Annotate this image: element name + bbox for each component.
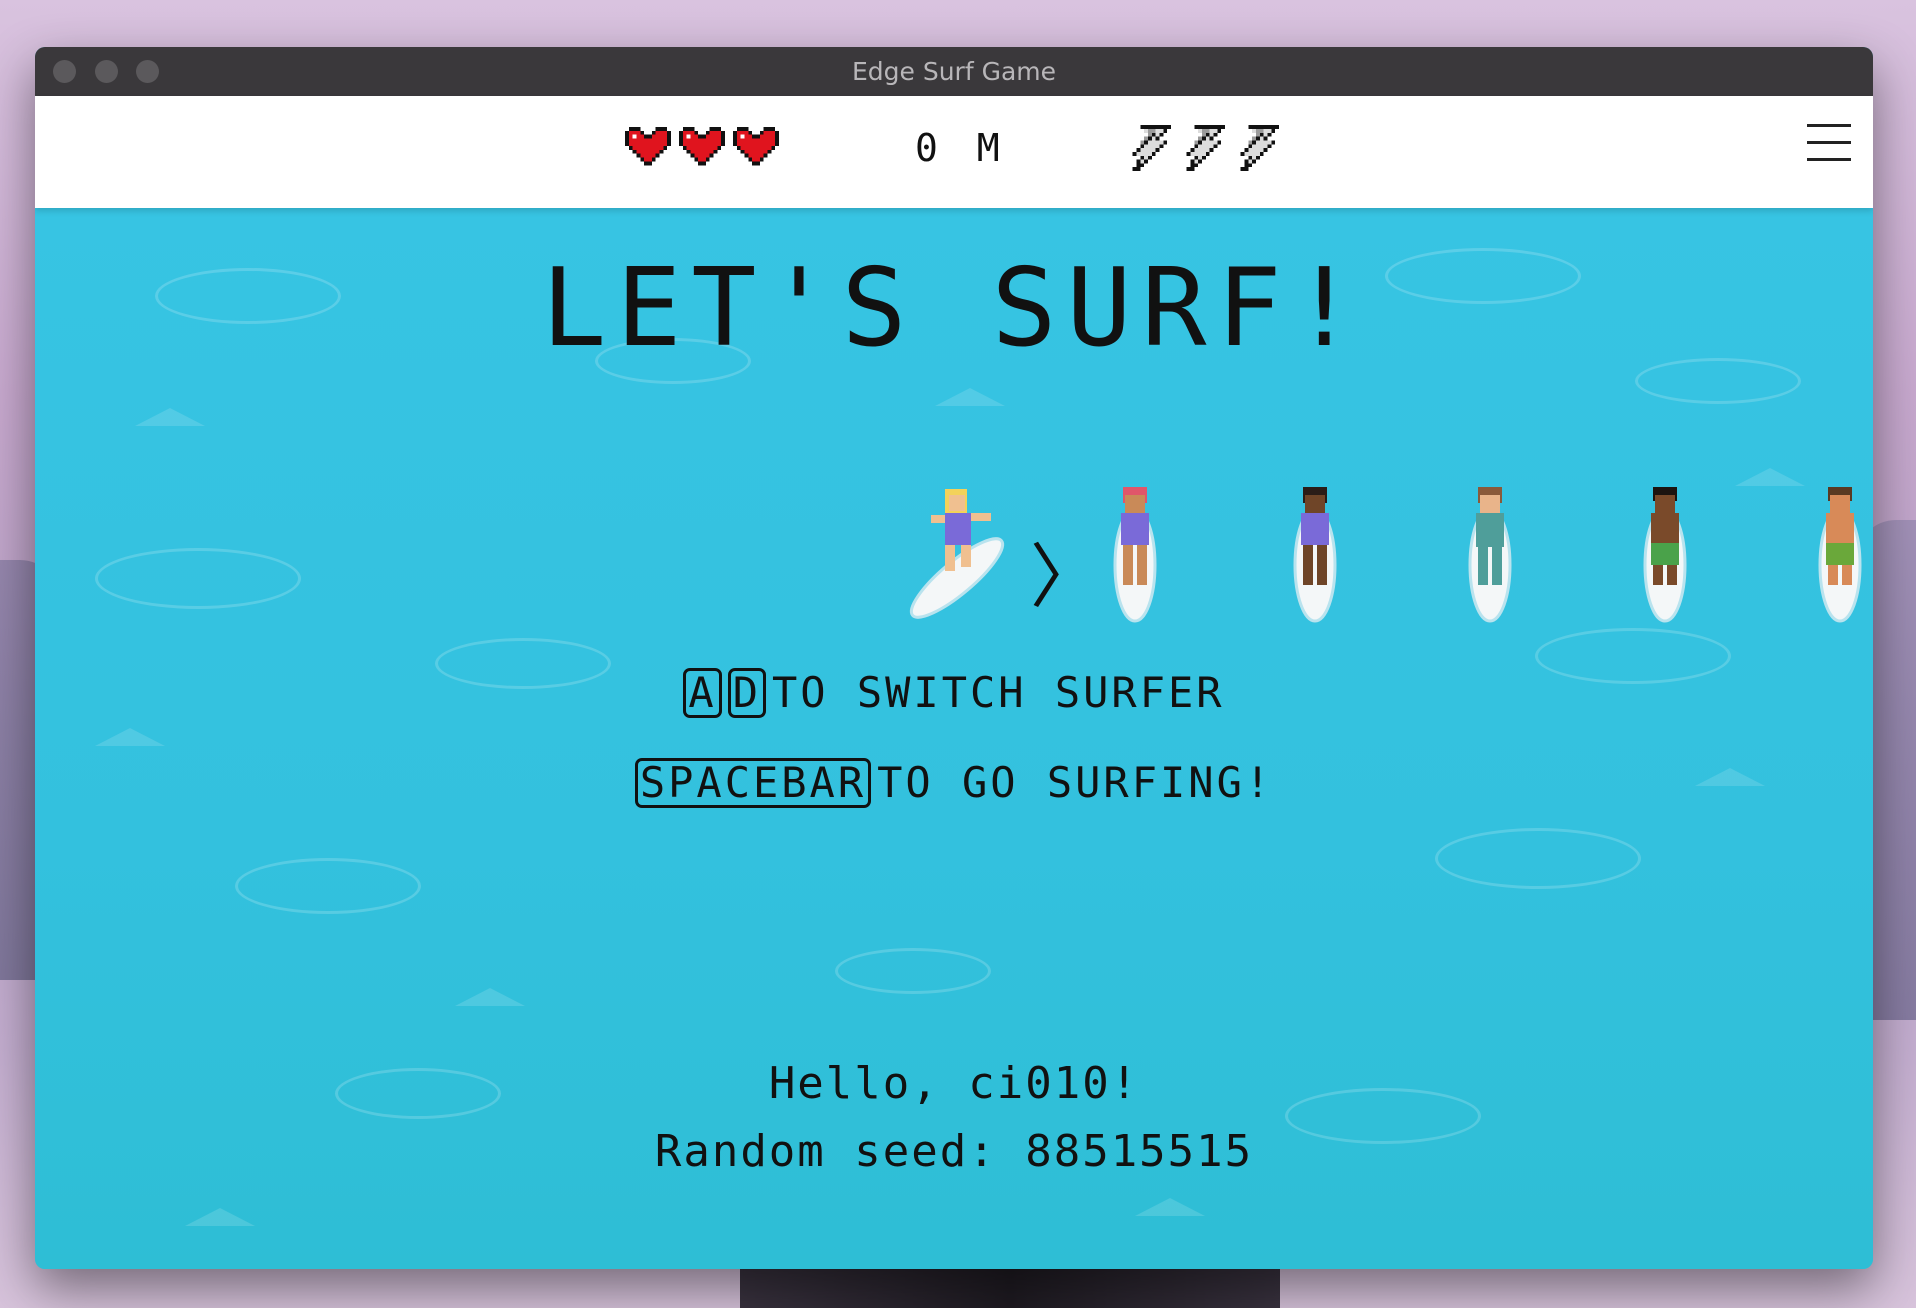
menu-line bbox=[1807, 158, 1851, 161]
random-seed-text: Random seed: 88515515 bbox=[654, 1126, 1254, 1177]
start-text: TO GO SURFING! bbox=[877, 758, 1274, 807]
selected-surfer-icon[interactable] bbox=[905, 483, 1015, 623]
switch-surfer-instruction: A D TO SWITCH SURFER bbox=[35, 668, 1873, 718]
menu-line bbox=[1807, 141, 1851, 144]
switch-surfer-text: TO SWITCH SURFER bbox=[772, 668, 1225, 717]
surfer-selector[interactable]: 〉 bbox=[35, 483, 1873, 633]
ocean-playfield[interactable]: LET'S SURF! 〉 A D TO SWITCH SURFER SPACE… bbox=[35, 208, 1873, 1269]
game-hud: 0 M bbox=[35, 96, 1873, 208]
heart-icon bbox=[733, 126, 779, 166]
wave-crest bbox=[95, 728, 165, 746]
surfer-option-icon[interactable] bbox=[1105, 483, 1165, 623]
key-d-hint: D bbox=[727, 668, 766, 718]
key-spacebar-hint: SPACEBAR bbox=[634, 758, 872, 808]
chevron-right-icon: 〉 bbox=[1030, 536, 1100, 618]
window-title: Edge Surf Game bbox=[851, 57, 1057, 86]
lightning-bolt-icon bbox=[1186, 125, 1225, 172]
heart-icon bbox=[679, 126, 725, 166]
wave-crest bbox=[135, 408, 205, 426]
water-ripple bbox=[1435, 828, 1641, 889]
lives-display bbox=[625, 126, 779, 170]
wave-crest bbox=[185, 1208, 255, 1226]
surfer-option-icon[interactable] bbox=[1460, 483, 1520, 623]
heart-icon bbox=[625, 126, 671, 166]
start-instruction: SPACEBAR TO GO SURFING! bbox=[35, 758, 1873, 808]
menu-button[interactable] bbox=[1807, 124, 1851, 164]
greeting-text: Hello, ci010! bbox=[768, 1058, 1140, 1109]
water-ripple bbox=[235, 858, 421, 914]
boost-display bbox=[1125, 124, 1279, 176]
wave-crest bbox=[935, 388, 1005, 406]
title-bar: Edge Surf Game bbox=[35, 47, 1873, 96]
lightning-bolt-icon bbox=[1132, 125, 1171, 172]
app-window: Edge Surf Game 0 M LET'S SURF! 〉 A D TO … bbox=[35, 47, 1873, 1269]
surfer-option-icon[interactable] bbox=[1810, 483, 1870, 623]
water-ripple bbox=[835, 948, 991, 994]
background-dock-shadow bbox=[740, 1265, 1280, 1308]
distance-counter: 0 M bbox=[915, 126, 1008, 170]
page-title: LET'S SURF! bbox=[541, 246, 1367, 371]
wave-crest bbox=[1135, 1198, 1205, 1216]
menu-line bbox=[1807, 124, 1851, 127]
surfer-option-icon[interactable] bbox=[1635, 483, 1695, 623]
key-a-hint: A bbox=[683, 668, 722, 718]
surfer-option-icon[interactable] bbox=[1285, 483, 1345, 623]
lightning-bolt-icon bbox=[1240, 125, 1279, 172]
wave-crest bbox=[455, 988, 525, 1006]
